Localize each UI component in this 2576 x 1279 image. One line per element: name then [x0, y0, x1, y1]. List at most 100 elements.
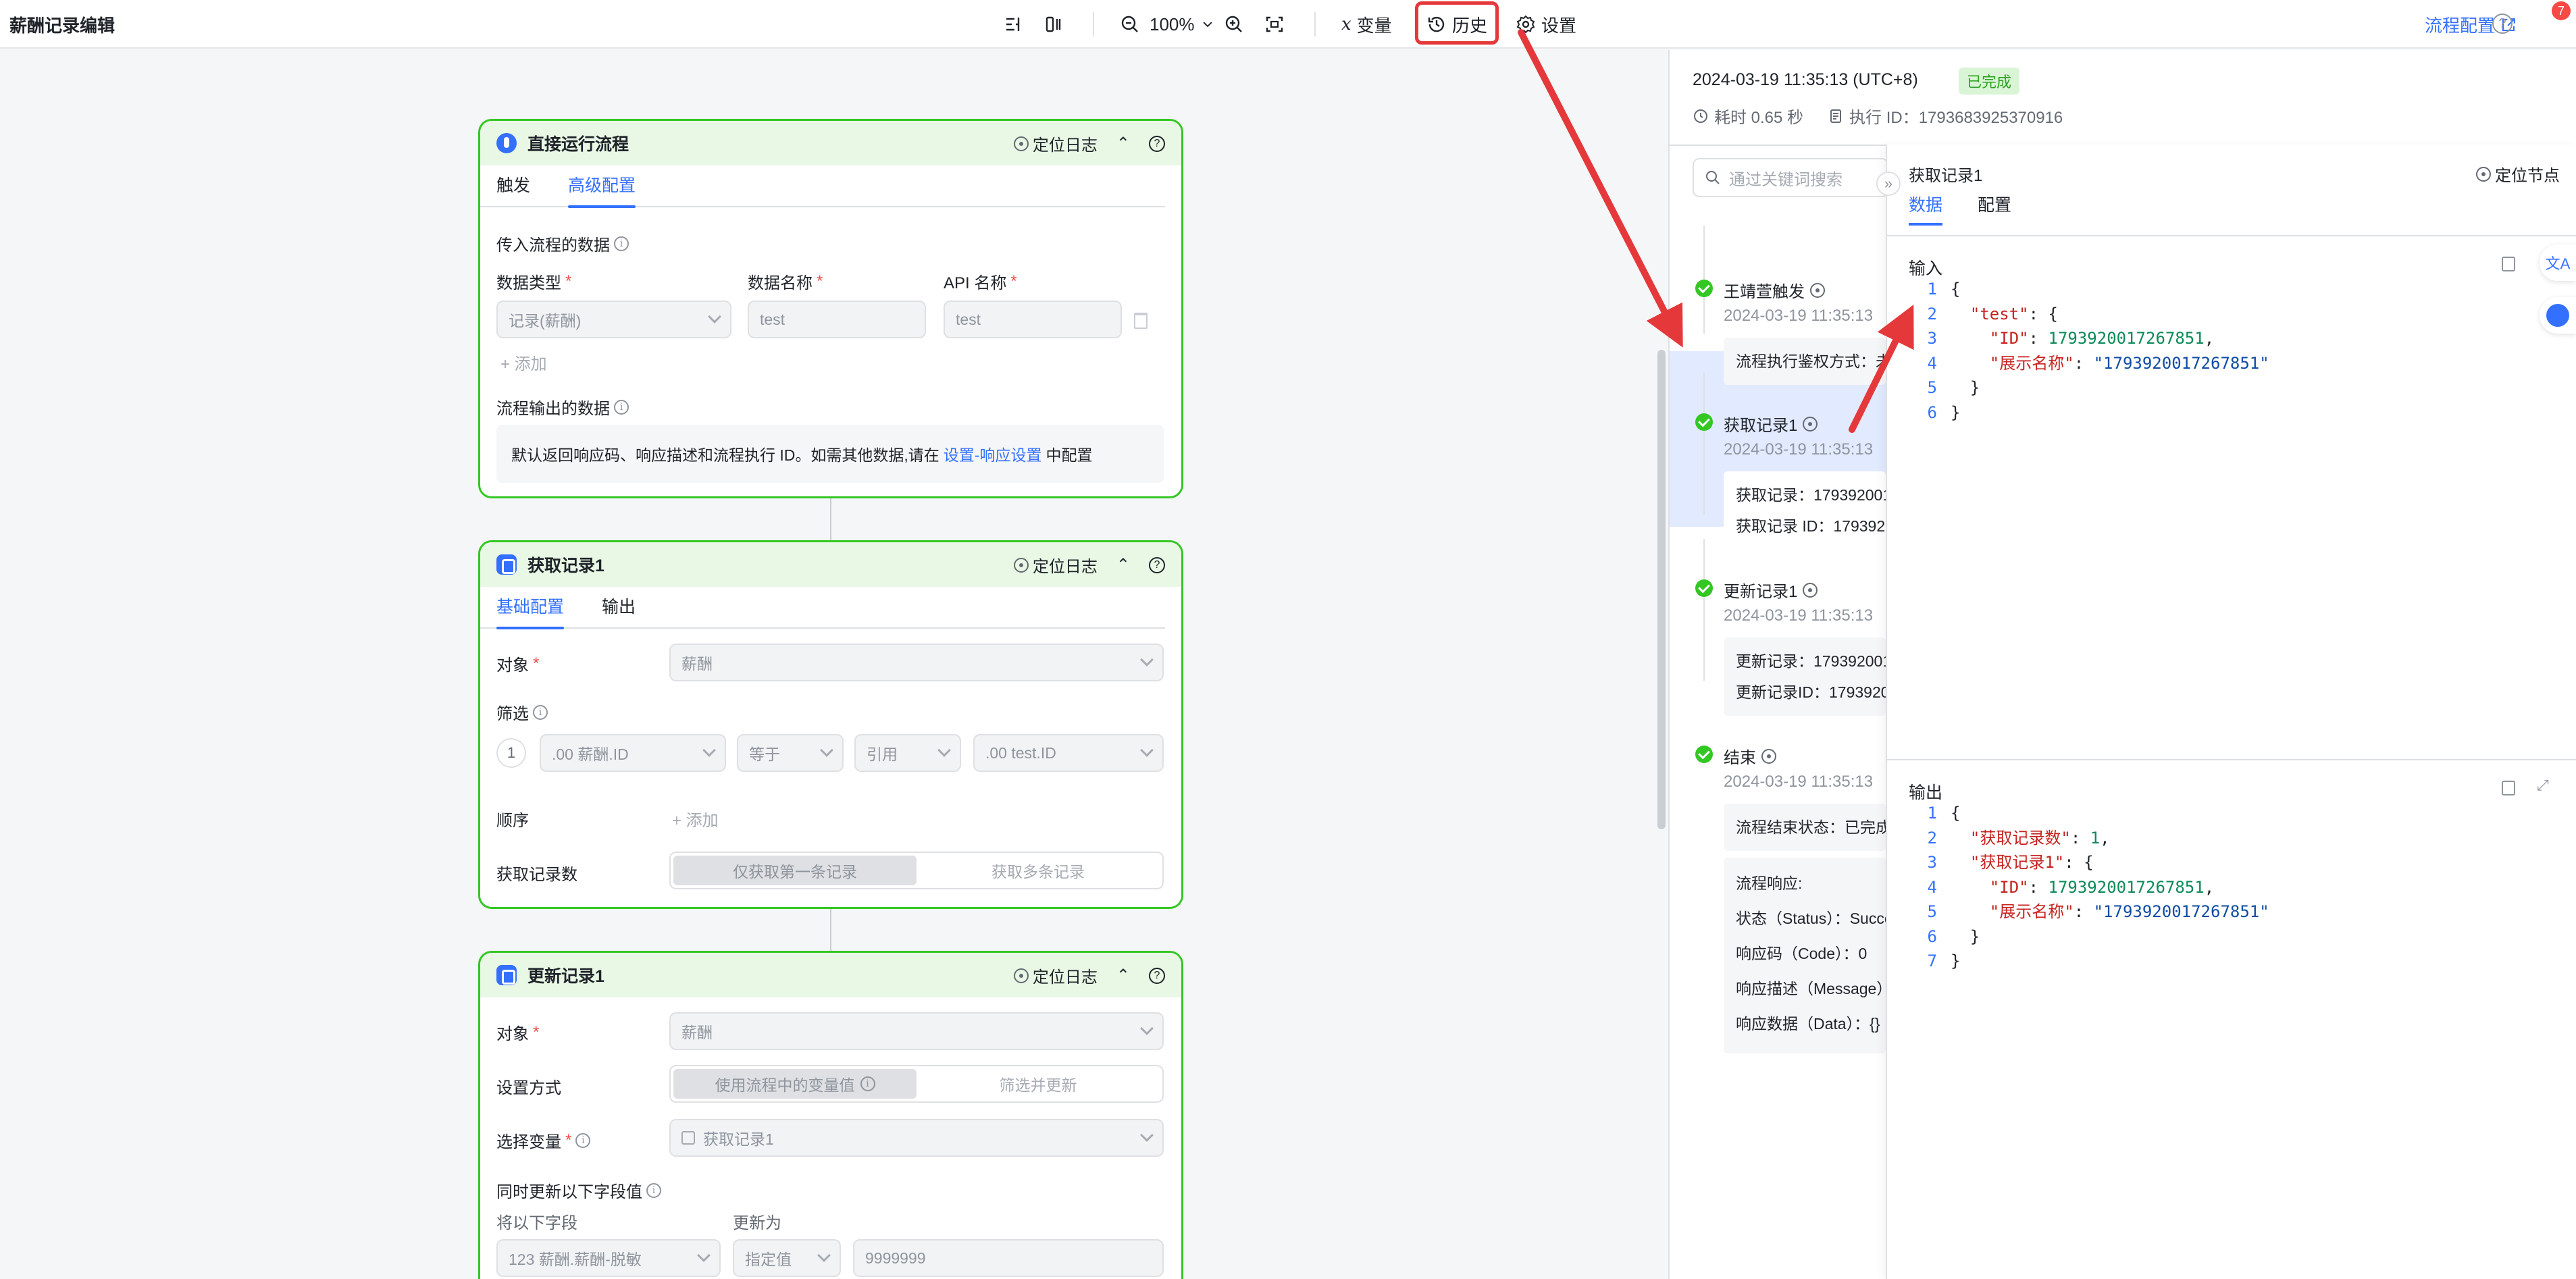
info-icon[interactable]: i: [533, 704, 548, 720]
detail-title: 获取记录1: [1909, 167, 1983, 185]
update-value-input[interactable]: 9999999: [853, 1239, 1164, 1277]
tab-trigger[interactable]: 触发: [496, 165, 530, 207]
object-select[interactable]: 薪酬: [669, 644, 1164, 681]
help-icon[interactable]: ?: [2492, 14, 2513, 34]
tab-advanced-config[interactable]: 高级配置: [568, 165, 636, 208]
help-circle-icon[interactable]: ?: [1149, 135, 1165, 152]
object-value: 薪酬: [681, 1024, 713, 1041]
locate-icon[interactable]: [1761, 748, 1776, 764]
variables-button[interactable]: x 变量: [1341, 8, 1392, 41]
filter-operator-select[interactable]: 等于: [737, 734, 844, 772]
node-card-direct-run[interactable]: 直接运行流程 定位日志 ⌃ ? 触发 高级配置 传入流程的数据 i 数据类型 * …: [478, 119, 1183, 498]
run-meta: 耗时 0.65 秒 执行 ID：1793683925370916: [1693, 104, 2063, 128]
collapse-icon[interactable]: ⌃: [1116, 134, 1130, 153]
info-icon[interactable]: i: [575, 1132, 591, 1148]
input-json-viewer[interactable]: 1{2 "test": {3 "ID": 1793920017267851, 4 …: [1909, 277, 2269, 425]
filter-field-select[interactable]: .00 薪酬.ID: [540, 734, 726, 772]
fit-screen-button[interactable]: [1264, 8, 1285, 41]
update-field-select[interactable]: 123 薪酬.薪酬-脱敏: [496, 1239, 721, 1277]
line-number: 5: [1927, 902, 1937, 921]
search-input[interactable]: 通过关键词搜索: [1693, 158, 1888, 197]
chevron-down-icon: [937, 743, 951, 757]
update-mode-select[interactable]: 指定值: [733, 1239, 841, 1277]
response-line: 响应码（Code）：0: [1736, 945, 1867, 962]
filter-value-select[interactable]: .00 test.ID: [973, 734, 1164, 772]
required-mark: *: [533, 654, 540, 673]
zoom-out-button[interactable]: [1120, 8, 1140, 41]
json-punct: }: [1951, 951, 1961, 970]
object-value: 薪酬: [681, 655, 713, 673]
tab-config[interactable]: 配置: [1978, 192, 2011, 224]
filter-ref-select[interactable]: 引用: [854, 734, 961, 772]
fit-button[interactable]: [1044, 8, 1064, 41]
scrollbar[interactable]: [1657, 350, 1666, 829]
zoom-select[interactable]: 100%: [1150, 8, 1215, 41]
add-input-button[interactable]: + 添加: [500, 350, 547, 374]
copy-icon[interactable]: [2502, 257, 2515, 271]
add-order-button[interactable]: + 添加: [672, 807, 719, 831]
response-settings-link[interactable]: 设置-响应设置: [944, 442, 1042, 465]
info-icon[interactable]: i: [646, 1182, 661, 1198]
exec-id-text: 执行 ID：1793683925370916: [1849, 109, 2063, 127]
zoom-in-button[interactable]: [1224, 8, 1244, 41]
locate-log-button[interactable]: 定位日志: [1013, 964, 1098, 987]
info-icon[interactable]: i: [614, 236, 629, 251]
locate-icon[interactable]: [1803, 582, 1818, 598]
toolbar-divider: [1093, 12, 1094, 36]
api-name-input[interactable]: test: [944, 301, 1122, 338]
copy-icon[interactable]: [2502, 781, 2515, 795]
tab-basic-config[interactable]: 基础配置: [496, 586, 565, 629]
help-circle-icon[interactable]: ?: [1149, 967, 1165, 984]
assistant-icon[interactable]: [2540, 297, 2576, 334]
output-note: 默认返回响应码、响应描述和流程执行 ID。如需其他数据,请在 设置-响应设置 中…: [496, 425, 1164, 483]
locate-log-label: 定位日志: [1032, 136, 1098, 155]
filter-value: .00 test.ID: [985, 743, 1056, 762]
tab-data[interactable]: 数据: [1909, 192, 1943, 226]
filter-field-label: 筛选 i: [496, 700, 548, 724]
object-select[interactable]: 薪酬: [669, 1012, 1164, 1050]
set-mode-toggle[interactable]: 使用流程中的变量值 i 筛选并更新: [669, 1065, 1164, 1103]
chevron-down-icon: [702, 743, 716, 757]
check-circle-icon: [1695, 280, 1713, 297]
json-separator: :: [2028, 304, 2049, 323]
update-fields-heading: 同时更新以下字段值 i: [496, 1178, 661, 1202]
settings-button[interactable]: 设置: [1516, 8, 1576, 41]
card-title: 更新记录1: [527, 967, 604, 986]
notification-badge[interactable]: 7: [2552, 1, 2571, 20]
object-label: 对象: [496, 656, 529, 675]
option-use-variable[interactable]: 使用流程中的变量值 i: [673, 1069, 917, 1099]
variable-select[interactable]: 获取记录1: [669, 1119, 1164, 1157]
trash-icon[interactable]: [1134, 313, 1148, 329]
collapse-panel-icon[interactable]: »: [1876, 172, 1901, 196]
locate-log-button[interactable]: 定位日志: [1013, 553, 1098, 577]
data-name-input[interactable]: test: [748, 301, 926, 338]
json-key: "ID": [1989, 329, 2029, 348]
locate-node-button[interactable]: 定位节点: [2476, 162, 2560, 186]
flow-connector: [830, 497, 831, 542]
collapse-icon[interactable]: ⌃: [1116, 966, 1130, 985]
info-icon[interactable]: i: [614, 399, 629, 415]
list-icon: [681, 1131, 695, 1145]
record-count-toggle[interactable]: 仅获取第一条记录 获取多条记录: [669, 852, 1164, 889]
tab-output[interactable]: 输出: [602, 586, 636, 628]
option-many-records[interactable]: 获取多条记录: [917, 856, 1160, 885]
line-number: 6: [1927, 402, 1937, 422]
locate-icon[interactable]: [1803, 416, 1818, 432]
collapse-icon[interactable]: ⌃: [1116, 555, 1130, 575]
layout-button[interactable]: [1004, 8, 1024, 41]
node-card-get-record[interactable]: 获取记录1 定位日志 ⌃ ? 基础配置 输出 对象 * 薪酬 筛选 i 1 .00…: [478, 540, 1183, 909]
option-first-record[interactable]: 仅获取第一条记录: [673, 856, 917, 885]
data-type-select[interactable]: 记录(薪酬): [496, 301, 731, 338]
translate-icon[interactable]: 文A: [2540, 244, 2576, 281]
locate-icon[interactable]: [1810, 282, 1825, 298]
flow-canvas[interactable]: 直接运行流程 定位日志 ⌃ ? 触发 高级配置 传入流程的数据 i 数据类型 * …: [0, 50, 1668, 1279]
code-line: 3 "获取记录1": {: [1909, 850, 2269, 875]
expand-icon[interactable]: ⤢: [2537, 777, 2549, 794]
option-filter-update[interactable]: 筛选并更新: [917, 1069, 1160, 1099]
help-circle-icon[interactable]: ?: [1149, 556, 1165, 573]
output-json-viewer[interactable]: 1{2 "获取记录数": 1, 3 "获取记录1": {4 "ID": 17939…: [1909, 801, 2269, 974]
node-card-update-record[interactable]: 更新记录1 定位日志 ⌃ ? 对象 * 薪酬 设置方式 使用流程中的变量值 i 筛选…: [478, 951, 1183, 1279]
locate-log-button[interactable]: 定位日志: [1013, 132, 1098, 155]
